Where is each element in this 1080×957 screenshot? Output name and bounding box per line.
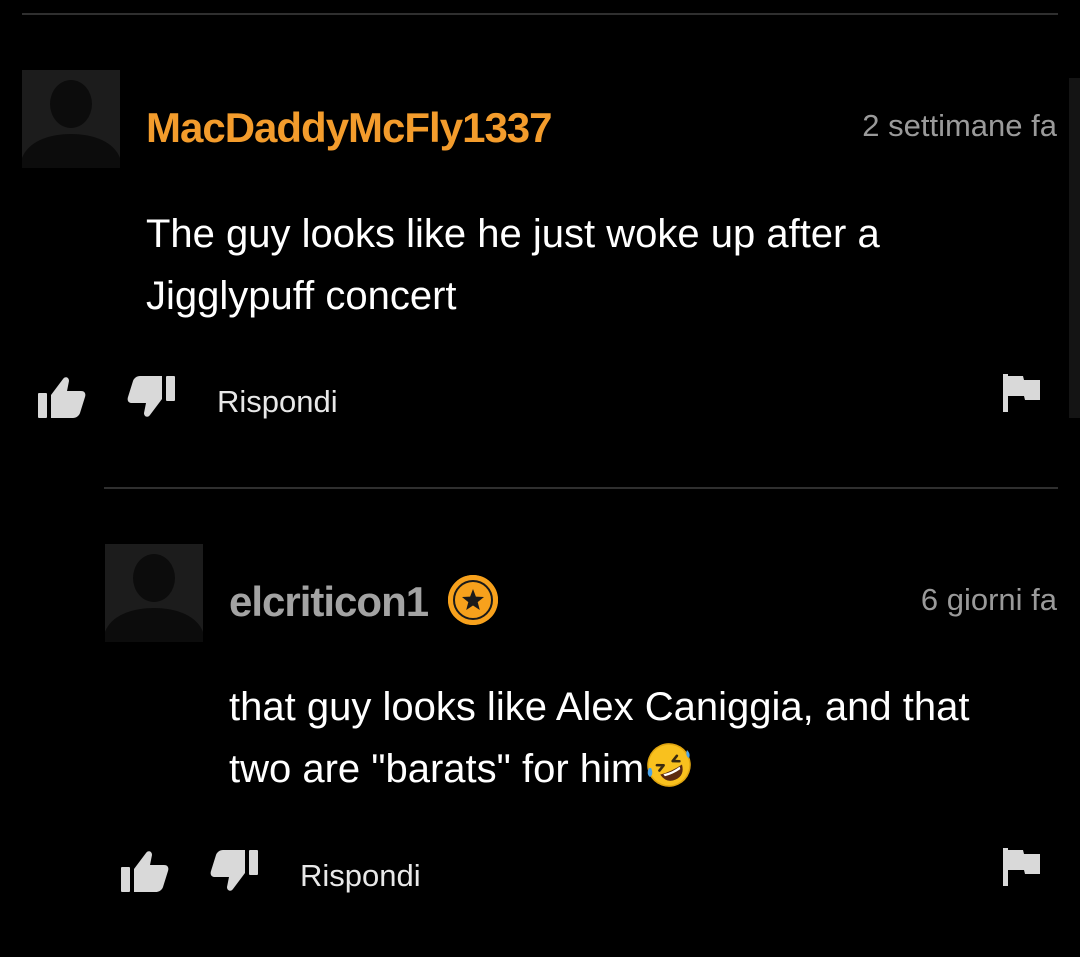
comment-timestamp: 6 giorni fa (920, 582, 1057, 617)
flag-icon[interactable] (1003, 848, 1041, 886)
reply-divider (104, 487, 1058, 489)
user-silhouette-icon (105, 544, 203, 642)
comment-username[interactable]: MacDaddyMcFly1337 (146, 104, 553, 152)
star-icon (448, 575, 498, 625)
rolling-on-floor-laughing-emoji (646, 742, 692, 806)
comment-timestamp: 2 settimane fa (862, 108, 1057, 143)
comment-text: The guy looks like he just woke up after… (146, 212, 880, 318)
reply-button[interactable]: Rispondi (217, 384, 338, 420)
user-silhouette-icon (22, 70, 120, 168)
avatar[interactable] (105, 544, 203, 642)
comment-text-content: that guy looks like Alex Caniggia, and t… (229, 685, 970, 791)
scrollbar-track[interactable] (1069, 78, 1080, 418)
thumbs-down-icon[interactable] (210, 850, 258, 892)
thumbs-down-icon[interactable] (127, 376, 175, 418)
comment-text: that guy looks like Alex Caniggia, and t… (229, 676, 1029, 806)
avatar[interactable] (22, 70, 120, 168)
flag-icon[interactable] (1003, 374, 1041, 412)
thumbs-up-icon[interactable] (38, 376, 86, 418)
top-divider (22, 13, 1058, 15)
comment-username[interactable]: elcriticon1 (229, 578, 429, 626)
thumbs-up-icon[interactable] (121, 850, 169, 892)
reply-button[interactable]: Rispondi (300, 858, 421, 894)
